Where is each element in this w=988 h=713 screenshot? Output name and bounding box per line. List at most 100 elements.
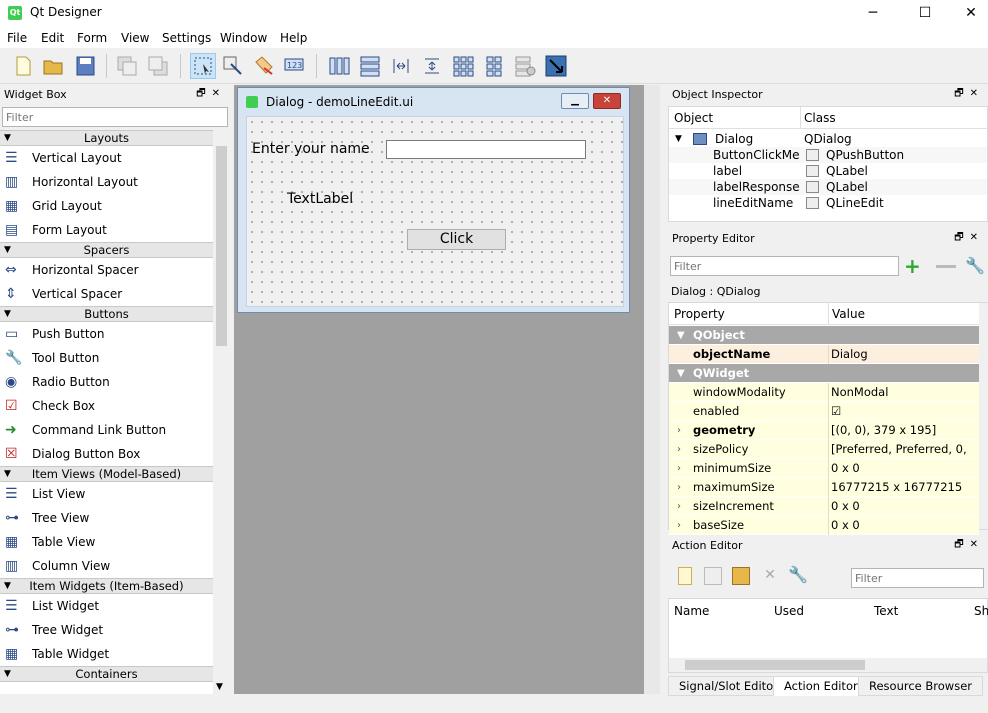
property-value[interactable]: 16777215 x 16777215	[831, 478, 962, 497]
delete-action-icon[interactable]: ✕	[762, 567, 778, 585]
widget-item[interactable]: ▥ Horizontal Layout	[0, 170, 213, 194]
dock-buttons[interactable]: 🗗✕	[954, 230, 984, 247]
maximize-button[interactable]: ☐	[902, 0, 948, 28]
horizontal-splitter-icon[interactable]	[388, 53, 414, 79]
tab-action-editor[interactable]: Action Editor	[773, 676, 869, 696]
property-scrollbar[interactable]	[979, 303, 988, 529]
property-row[interactable]: objectName Dialog	[669, 345, 979, 364]
configure-wrench-icon[interactable]: 🔧	[965, 256, 985, 275]
copy-action-icon[interactable]	[704, 567, 722, 585]
property-row[interactable]: enabled ☑	[669, 402, 979, 421]
widget-item[interactable]: ▦ Grid Layout	[0, 194, 213, 218]
dialog-close-button[interactable]: ✕	[593, 93, 621, 109]
property-row[interactable]: windowModality NonModal	[669, 383, 979, 402]
new-action-icon[interactable]	[678, 567, 692, 585]
column-text[interactable]: Text	[874, 604, 898, 618]
widget-item[interactable]: ☰ List View	[0, 482, 213, 506]
widget-item[interactable]: ▭ Push Button	[0, 322, 213, 346]
scrollbar-thumb[interactable]	[685, 660, 865, 670]
property-row[interactable]: › baseSize 0 x 0	[669, 516, 979, 535]
editor-scrollbar[interactable]	[644, 85, 660, 694]
widget-item[interactable]: ☰ List Widget	[0, 594, 213, 618]
widget-item[interactable]: ▦ Table Widget	[0, 642, 213, 666]
open-folder-icon[interactable]	[40, 53, 66, 79]
bring-to-front-icon[interactable]	[145, 53, 171, 79]
lay-out-horizontally-icon[interactable]	[326, 53, 352, 79]
property-value[interactable]: Dialog	[831, 345, 868, 364]
tab-signal-slot-editor[interactable]: Signal/Slot Editor	[668, 676, 789, 696]
object-tree-row[interactable]: labelResponse QLabel	[669, 179, 987, 195]
widget-item[interactable]: ⊶ Tree View	[0, 506, 213, 530]
expand-arrow-icon[interactable]: ▼	[675, 131, 682, 147]
expand-arrow-icon[interactable]: ›	[677, 478, 681, 497]
minimize-button[interactable]: ─	[850, 0, 896, 28]
paste-action-icon[interactable]	[732, 567, 750, 585]
property-value[interactable]: [(0, 0), 379 x 195]	[831, 421, 936, 440]
category-header[interactable]: ▼ Buttons	[0, 306, 213, 322]
expand-arrow-icon[interactable]: ›	[677, 440, 681, 459]
widget-box-scrollbar[interactable]: ▼	[213, 130, 230, 694]
expand-arrow-icon[interactable]: ›	[677, 497, 681, 516]
property-row[interactable]: › sizeIncrement 0 x 0	[669, 497, 979, 516]
menu-help[interactable]: Help	[280, 31, 307, 45]
expand-arrow-icon[interactable]: ›	[677, 516, 681, 535]
property-value[interactable]: 0 x 0	[831, 516, 860, 535]
category-header[interactable]: ▼ Item Widgets (Item-Based)	[0, 578, 213, 594]
column-object[interactable]: Object	[674, 111, 713, 125]
widget-item[interactable]: ➜ Command Link Button	[0, 418, 213, 442]
menu-window[interactable]: Window	[220, 31, 267, 45]
widget-item[interactable]: ⇕ Vertical Spacer	[0, 282, 213, 306]
expand-arrow-icon[interactable]: ›	[677, 421, 681, 440]
vertical-splitter-icon[interactable]	[419, 53, 445, 79]
widget-item[interactable]: ▦ Table View	[0, 530, 213, 554]
widget-item[interactable]: ⇔ Horizontal Spacer	[0, 258, 213, 282]
adjust-size-icon[interactable]	[543, 53, 569, 79]
widget-item[interactable]: ◉ Radio Button	[0, 370, 213, 394]
dock-buttons[interactable]: 🗗✕	[954, 86, 984, 103]
menu-form[interactable]: Form	[77, 31, 107, 45]
property-value[interactable]: 0 x 0	[831, 497, 860, 516]
category-header[interactable]: ▼ Layouts	[0, 130, 213, 146]
menu-settings[interactable]: Settings	[162, 31, 211, 45]
lay-out-form-icon[interactable]	[481, 53, 507, 79]
column-value[interactable]: Value	[832, 307, 865, 321]
dock-buttons[interactable]: 🗗✕	[196, 86, 226, 103]
column-class[interactable]: Class	[804, 111, 836, 125]
edit-buddies-icon[interactable]	[251, 53, 277, 79]
category-header[interactable]: ▼ Spacers	[0, 242, 213, 258]
scrollbar-thumb[interactable]	[216, 146, 227, 346]
edit-tab-order-icon[interactable]: 123	[282, 53, 308, 79]
property-value[interactable]: 0 x 0	[831, 459, 860, 478]
send-to-back-icon[interactable]	[114, 53, 140, 79]
widget-item[interactable]: 🔧 Tool Button	[0, 346, 213, 370]
object-tree-row[interactable]: label QLabel	[669, 163, 987, 179]
edit-signals-slots-icon[interactable]	[220, 53, 246, 79]
property-filter-input[interactable]	[670, 256, 899, 276]
dock-buttons[interactable]: 🗗✕	[954, 537, 984, 554]
widget-item[interactable]: ☒ Dialog Button Box	[0, 442, 213, 466]
tab-resource-browser[interactable]: Resource Browser	[858, 676, 983, 696]
action-filter-input[interactable]	[851, 568, 984, 588]
column-used[interactable]: Used	[774, 604, 804, 618]
widget-item[interactable]: ☰ Vertical Layout	[0, 146, 213, 170]
lay-out-grid-icon[interactable]	[450, 53, 476, 79]
edit-widgets-icon[interactable]	[190, 53, 216, 79]
save-icon[interactable]	[72, 53, 98, 79]
dialog-form-window[interactable]: Dialog - demoLineEdit.ui ▁ ✕ Enter your …	[237, 87, 630, 313]
category-header[interactable]: ▼ Item Views (Model-Based)	[0, 466, 213, 482]
line-edit-name[interactable]	[386, 140, 586, 159]
widget-item[interactable]: ▥ Column View	[0, 554, 213, 578]
menu-view[interactable]: View	[121, 31, 149, 45]
property-row[interactable]: › minimumSize 0 x 0	[669, 459, 979, 478]
label-response[interactable]: TextLabel	[287, 191, 353, 207]
category-header[interactable]: ▼ Containers	[0, 666, 213, 682]
lay-out-vertically-icon[interactable]	[357, 53, 383, 79]
action-horizontal-scrollbar[interactable]	[669, 658, 987, 672]
chevron-down-icon[interactable]: ▼	[677, 326, 685, 345]
widget-item[interactable]: ▤ Form Layout	[0, 218, 213, 242]
close-button[interactable]: ✕	[948, 0, 988, 28]
property-row[interactable]: › maximumSize 16777215 x 16777215	[669, 478, 979, 497]
form-grid-canvas[interactable]: Enter your name TextLabel Click	[246, 116, 624, 307]
break-layout-icon[interactable]	[512, 53, 538, 79]
new-file-icon[interactable]	[10, 53, 36, 79]
